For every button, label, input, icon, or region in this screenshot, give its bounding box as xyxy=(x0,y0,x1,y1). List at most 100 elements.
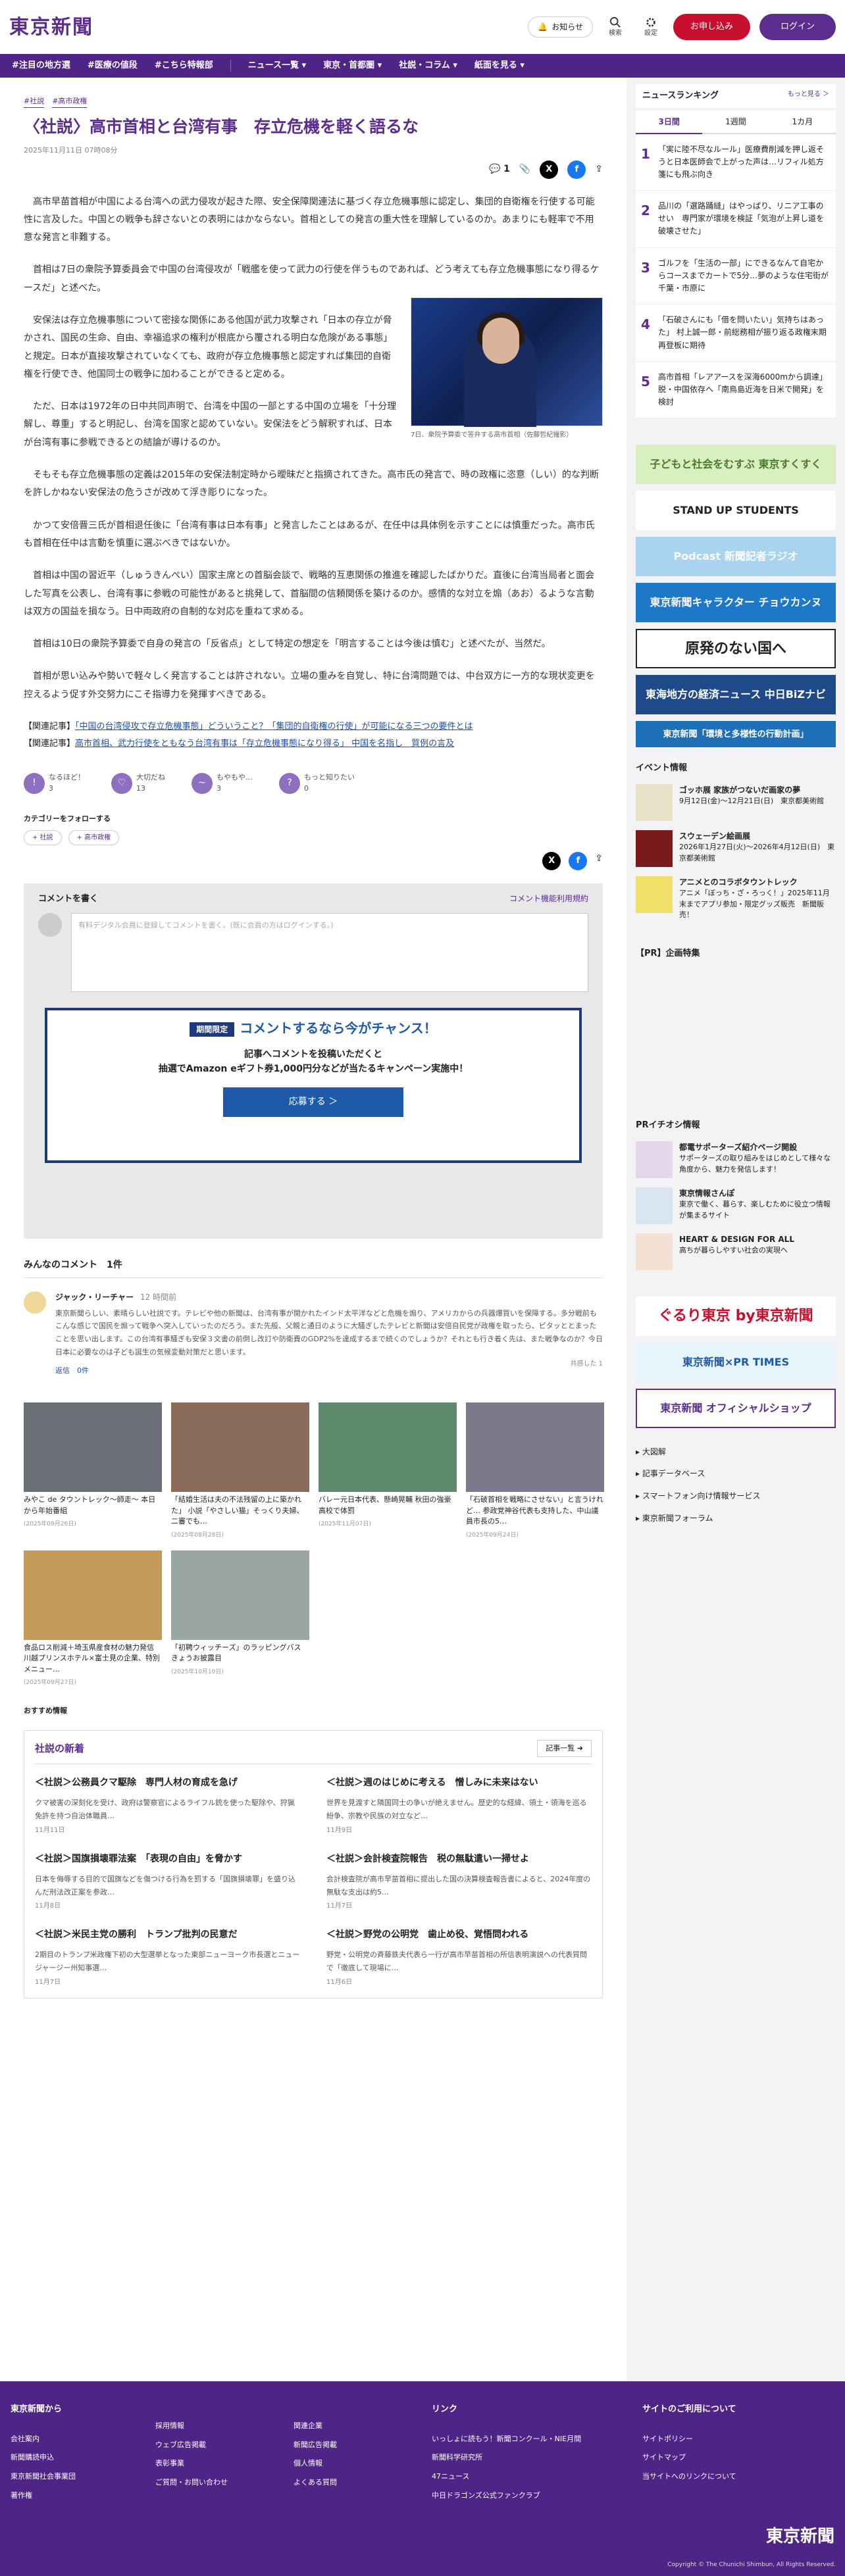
latest-item[interactable]: ＜社説＞公務員クマ駆除 専門人材の育成を急げ クマ被害の深刻化を受け、政府は警察官… xyxy=(35,1776,300,1837)
clip-icon[interactable]: 📎 xyxy=(519,162,530,176)
footer-link[interactable]: 新聞広告掲載 xyxy=(294,2436,392,2455)
footer-link[interactable]: ウェブ広告掲載 xyxy=(155,2436,254,2455)
footer-link[interactable]: 採用情報 xyxy=(155,2417,254,2436)
reaction-moyamoya[interactable]: ~ もやもや… 3 xyxy=(192,772,253,794)
related-link[interactable]: 「中国の台湾侵攻で存立危機事態」どういうこと？「集団的自衛権の行使」が可能になる… xyxy=(75,722,473,731)
banner-podcast[interactable]: Podcast 新聞記者ラジオ xyxy=(636,537,836,577)
settings-button[interactable]: 設定 xyxy=(638,16,664,38)
tag-link[interactable]: #高市政権 xyxy=(52,96,88,108)
footer-link[interactable]: 表彰事業 xyxy=(155,2454,254,2473)
apply-button[interactable]: 応募する ＞ xyxy=(222,1087,404,1117)
pri-item[interactable]: 東京情報さんぽ 東京で働く、暮らす、楽しむために役立つ情報が集まるサイト xyxy=(636,1187,836,1224)
reaction-naruhodo[interactable]: ! なるほど！ 3 xyxy=(24,772,85,794)
share-icon[interactable]: ⇪ xyxy=(595,852,603,870)
comment-policy-link[interactable]: コメント機能利用規約 xyxy=(509,893,588,906)
facebook-share-icon[interactable]: f xyxy=(567,160,586,179)
facebook-share-icon[interactable]: f xyxy=(569,851,588,870)
x-share-icon[interactable]: X xyxy=(542,851,561,870)
footer-link[interactable]: 当サイトへのリンクについて xyxy=(642,2467,800,2487)
reaction-motto[interactable]: ? もっと知りたい 0 xyxy=(279,772,355,794)
footer-link[interactable]: 中日ドラゴンズ公式ファンクラブ xyxy=(432,2487,603,2506)
footer-link[interactable]: 関連企業 xyxy=(294,2417,392,2436)
photo-card[interactable]: 「石破首相を戦略にさせない」と言うけれど… 参政党神谷代表も支持した、中山議員市… xyxy=(466,1402,604,1541)
footer-link[interactable]: 著作権 xyxy=(11,2487,116,2506)
nav-item[interactable]: ニュース一覧 ▾ xyxy=(248,59,306,72)
latest-item[interactable]: ＜社説＞野党の公明党 歯止め役、覚悟問われる 野党・公明党の斉藤鉄夫代表ら一行が高… xyxy=(326,1928,592,1989)
footer-logo[interactable]: 東京新聞 xyxy=(766,2524,834,2550)
follow-tag-button[interactable]: + 高市政権 xyxy=(68,830,120,845)
ranking-more-link[interactable]: もっと見る ＞ xyxy=(788,89,829,103)
photo-card[interactable]: みやこ de タウントレック〜師走〜 本日から年始番組 (2025年09月26日) xyxy=(24,1402,162,1541)
banner-action-plan[interactable]: 東京新聞「環境と多様性の行動計画」 xyxy=(636,721,836,748)
pri-item[interactable]: 都電サポーターズ紹介ページ開設 サポーターズの取り組みをはじめとして様々な角度から… xyxy=(636,1141,836,1178)
nav-item[interactable]: 紙面を見る ▾ xyxy=(474,59,525,72)
tab-1month[interactable]: 1カ月 xyxy=(769,111,836,134)
latest-item[interactable]: ＜社説＞国旗損壊罪法案 「表現の自由」を脅かす 日本を侮辱する目的で国旗などを傷つ… xyxy=(35,1852,300,1913)
banner-gururi[interactable]: ぐるり東京 by東京新聞 xyxy=(636,1296,836,1336)
footer-link[interactable]: 新聞科学研究所 xyxy=(432,2448,603,2467)
footer-link[interactable]: 個人情報 xyxy=(294,2454,392,2473)
reply-button[interactable]: 返信 0件 xyxy=(55,1366,89,1377)
ranking-item[interactable]: 5 高市首相「レアアースを深海6000mから調達」 脱・中国依存へ「南鳥島近海を日… xyxy=(636,361,836,419)
side-link[interactable]: ▸ 大図解 xyxy=(636,1441,836,1464)
follow-tag-button[interactable]: + 社説 xyxy=(24,830,62,845)
tab-1week[interactable]: 1週間 xyxy=(702,111,769,134)
nav-item[interactable]: 社説・コラム ▾ xyxy=(399,59,457,72)
article-photo[interactable] xyxy=(411,297,603,427)
tag-link[interactable]: #社説 xyxy=(24,96,45,108)
footer-link[interactable]: サイトポリシー xyxy=(642,2430,800,2449)
event-item[interactable]: ゴッホ展 家族がつないだ画家の夢 9月12日(金)〜12月21日(日) 東京都美術… xyxy=(636,783,836,821)
nav-item[interactable]: #こちら特報部 xyxy=(155,59,213,72)
ranking-item[interactable]: 4 「石破さんにも「借を問いたい」気持ちはあった」 村上誠一郎・前総務相が振り返る… xyxy=(636,305,836,362)
latest-item[interactable]: ＜社説＞週のはじめに考える 憎しみに未来はない 世界を見渡すと隣国同士の争いが絶え… xyxy=(326,1776,592,1837)
footer-link[interactable]: 東京新聞社会事業団 xyxy=(11,2467,116,2487)
ranking-item[interactable]: 2 品川の「選路踊縫」はやっぱり、リニア工事のせい 専門家が環境を検証「気泡が上昇… xyxy=(636,191,836,248)
more-list-button[interactable]: 記事一覧 ➜ xyxy=(537,1739,592,1758)
comment-input[interactable]: 有料デジタル会員に登録してコメントを書く。(既に会員の方はログインする。) xyxy=(71,913,588,993)
pri-item[interactable]: HEART & DESIGN FOR ALL 高ちが暮らしやすい社会の実現へ xyxy=(636,1233,836,1270)
banner-choukanu[interactable]: 東京新聞キャラクター チョウカンヌ xyxy=(636,583,836,623)
subscribe-button[interactable]: お申し込み xyxy=(673,14,750,40)
footer-link[interactable]: ご質問・お問い合わせ xyxy=(155,2473,254,2492)
nav-item[interactable]: 東京・首都圏 ▾ xyxy=(323,59,382,72)
side-link[interactable]: ▸ スマートフォン向け情報サービス xyxy=(636,1485,836,1508)
latest-item[interactable]: ＜社説＞米民主党の勝利 トランプ批判の民意だ 2期目のトランプ米政権下初の大型選挙… xyxy=(35,1928,300,1989)
notice-button[interactable]: 🔔 お知らせ xyxy=(528,16,593,37)
banner-shop[interactable]: 東京新聞 オフィシャルショップ xyxy=(636,1388,836,1428)
banner-bizunavi[interactable]: 東海地方の経済ニュース 中日BiZナビ xyxy=(636,675,836,715)
ranking-item[interactable]: 1 「実に陸不尽なルール」医療費削減を押し返そうと日本医師会で上がった声は…リフィ… xyxy=(636,134,836,191)
comment-user[interactable]: ジャック・リーチャー xyxy=(55,1293,134,1302)
related-link[interactable]: 高市首相、武力行使をともなう台湾有事は「存立危機事態になり得る」 中国を名指し … xyxy=(75,739,454,749)
photo-card[interactable]: 食品ロス削減＋埼玉県産食材の魅力発信 川越プリンスホテル×富士見の企業、特別メニ… xyxy=(24,1550,162,1689)
login-button[interactable]: ログイン xyxy=(759,14,836,40)
reaction-taisetsu[interactable]: ♡ 大切だね 13 xyxy=(111,772,165,794)
footer-link[interactable]: いっしょに読もう！新聞コンクール・NIE月間 xyxy=(432,2430,603,2449)
footer-link[interactable]: サイトマップ xyxy=(642,2448,800,2467)
latest-item[interactable]: ＜社説＞会計検査院報告 税の無駄遣い一掃せよ 会計検査院が高市早苗首相に提出した国… xyxy=(326,1852,592,1913)
footer-link[interactable]: 新聞購読申込 xyxy=(11,2448,116,2467)
photo-card[interactable]: 「結婚生活は夫の不法残留の上に築かれた」 小説「やさしい猫」そっくり夫婦、二審で… xyxy=(171,1402,309,1541)
photo-card[interactable]: バレー元日本代表、懸崎晃輔 秋田の強豪高校で体罰 (2025年11月07日) xyxy=(319,1402,457,1541)
banner-genpatsu[interactable]: 原発のない国へ xyxy=(636,629,836,669)
ranking-item[interactable]: 3 ゴルフを「生活の一部」にできるなんて自宅からコースまでカートで5分…夢のような… xyxy=(636,247,836,305)
site-logo[interactable]: 東京新聞 xyxy=(9,12,93,42)
banner-sukusuku[interactable]: 子どもと社会をむすぶ 東京すくすく xyxy=(636,445,836,485)
nav-item[interactable]: #注目の地方選 xyxy=(12,59,70,72)
event-item[interactable]: スウェーデン絵画展 2026年1月27日(火)〜2026年4月12日(日) 東京都… xyxy=(636,830,836,867)
comment-count[interactable]: 💬 1 xyxy=(489,162,510,176)
banner-prtimes[interactable]: 東京新聞×PR TIMES xyxy=(636,1342,836,1382)
event-item[interactable]: アニメとのコラボタウントレック アニメ「ぼっち・ざ・ろっく！」2025年11月末ま… xyxy=(636,876,836,921)
photo-card[interactable]: 「初聘ウィッチーズ」のラッピングバス きょうお披露目 (2025年10月10日) xyxy=(171,1550,309,1689)
side-link[interactable]: ▸ 東京新聞フォーラム xyxy=(636,1508,836,1530)
footer-link[interactable]: よくある質問 xyxy=(294,2473,392,2492)
search-button[interactable]: 検索 xyxy=(602,16,628,38)
footer-link[interactable]: 会社案内 xyxy=(11,2430,116,2449)
banner-standup[interactable]: STAND UP STUDENTS xyxy=(636,491,836,531)
nav-item[interactable]: #医療の値段 xyxy=(88,59,138,72)
empathy-button[interactable]: 共感した 1 xyxy=(570,1359,603,1377)
x-share-icon[interactable]: X xyxy=(540,160,559,179)
footer-link[interactable]: 47ニュース xyxy=(432,2467,603,2487)
share-icon[interactable]: ⇪ xyxy=(595,162,603,176)
side-link[interactable]: ▸ 記事データベース xyxy=(636,1463,836,1485)
tab-3days[interactable]: 3日間 xyxy=(636,111,703,134)
